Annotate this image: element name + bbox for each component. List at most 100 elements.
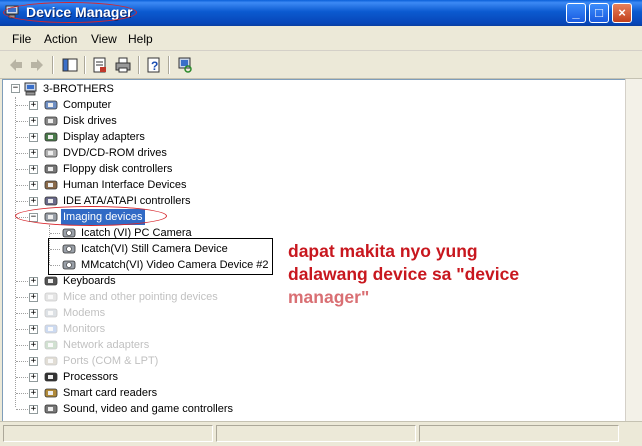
tree-item[interactable]: Smart card readers bbox=[61, 385, 159, 401]
menu-help[interactable]: Help bbox=[128, 32, 153, 46]
expand-toggle[interactable]: + bbox=[29, 357, 38, 366]
tree-line bbox=[16, 313, 28, 314]
tree-line bbox=[16, 345, 28, 346]
tree-line bbox=[16, 329, 28, 330]
tree-item[interactable]: Network adapters bbox=[61, 337, 151, 353]
processor-icon bbox=[44, 372, 58, 382]
status-pane-1 bbox=[3, 425, 213, 442]
tree-item[interactable]: Ports (COM & LPT) bbox=[61, 353, 160, 369]
tree-line bbox=[16, 377, 28, 378]
help-icon[interactable]: ? bbox=[145, 56, 163, 74]
tree-item[interactable]: Disk drives bbox=[61, 113, 119, 129]
close-button[interactable]: × bbox=[612, 3, 632, 23]
smart-card-icon bbox=[44, 388, 58, 398]
tree-item[interactable]: Computer bbox=[61, 97, 113, 113]
expand-toggle[interactable]: + bbox=[29, 341, 38, 350]
modem-icon bbox=[44, 308, 58, 318]
menu-action[interactable]: Action bbox=[44, 32, 77, 46]
tree-item-label: Human Interface Devices bbox=[63, 179, 187, 191]
expand-toggle[interactable]: + bbox=[29, 325, 38, 334]
tree-item-label: Smart card readers bbox=[63, 387, 158, 399]
menu-bar: File Action View Help bbox=[0, 26, 642, 51]
tree-root-label: 3-BROTHERS bbox=[43, 83, 114, 95]
tree-line bbox=[16, 201, 28, 202]
tree-item[interactable]: Mice and other pointing devices bbox=[61, 289, 220, 305]
tree-line bbox=[16, 297, 28, 298]
tree-item[interactable]: DVD/CD-ROM drives bbox=[61, 145, 169, 161]
ide-controller-icon bbox=[44, 196, 58, 206]
cdrom-icon bbox=[44, 148, 58, 158]
tree-line bbox=[16, 153, 28, 154]
toolbar: ? bbox=[0, 51, 642, 79]
annotation-line-3: manager" bbox=[288, 287, 370, 307]
tree-line bbox=[16, 281, 28, 282]
tree-root[interactable]: 3-BROTHERS bbox=[41, 81, 116, 97]
tree-item[interactable]: Human Interface Devices bbox=[61, 177, 189, 193]
vertical-scrollbar[interactable] bbox=[625, 79, 642, 421]
expand-toggle[interactable]: + bbox=[29, 117, 38, 126]
expand-toggle[interactable]: + bbox=[29, 133, 38, 142]
menu-view[interactable]: View bbox=[91, 32, 117, 46]
keyboard-icon bbox=[44, 276, 58, 286]
expand-toggle[interactable]: + bbox=[29, 149, 38, 158]
toolbar-separator bbox=[138, 56, 140, 74]
computer-icon bbox=[44, 100, 58, 110]
sound-icon bbox=[44, 404, 58, 414]
tree-item-label: Floppy disk controllers bbox=[63, 163, 173, 175]
tree-item-label: Monitors bbox=[63, 323, 106, 335]
expand-toggle[interactable]: + bbox=[29, 165, 38, 174]
back-arrow-icon[interactable] bbox=[7, 56, 25, 74]
camera-devices-box bbox=[48, 238, 273, 275]
status-pane-2 bbox=[216, 425, 416, 442]
tree-line bbox=[16, 185, 28, 186]
imaging-highlight-oval bbox=[15, 206, 167, 226]
status-bar bbox=[0, 421, 642, 446]
maximize-button[interactable]: □ bbox=[589, 3, 609, 23]
status-pane-3 bbox=[419, 425, 619, 442]
tree-item[interactable]: Processors bbox=[61, 369, 120, 385]
show-hide-console-tree-icon[interactable] bbox=[61, 56, 79, 74]
tree-item[interactable]: Modems bbox=[61, 305, 107, 321]
tree-item[interactable]: Sound, video and game controllers bbox=[61, 401, 235, 417]
expand-toggle[interactable]: + bbox=[29, 309, 38, 318]
expand-toggle[interactable]: + bbox=[29, 181, 38, 190]
tree-item-label: Processors bbox=[63, 371, 119, 383]
tree-item-label: Modems bbox=[63, 307, 106, 319]
expand-toggle[interactable]: + bbox=[29, 277, 38, 286]
menu-file[interactable]: File bbox=[12, 32, 31, 46]
expand-toggle[interactable]: + bbox=[29, 197, 38, 206]
annotation-text: dapat makita nyo yung dalawang device sa… bbox=[288, 240, 608, 309]
expand-toggle[interactable]: + bbox=[29, 293, 38, 302]
computer-root-icon bbox=[24, 82, 37, 96]
tree-line bbox=[16, 409, 28, 410]
minimize-button[interactable]: _ bbox=[566, 3, 586, 23]
disk-drive-icon bbox=[44, 116, 58, 126]
scan-hardware-icon[interactable] bbox=[176, 56, 194, 74]
root-collapse-toggle[interactable]: − bbox=[11, 84, 20, 93]
tree-item-label: Display adapters bbox=[63, 131, 145, 143]
tree-item[interactable]: Floppy disk controllers bbox=[61, 161, 174, 177]
toolbar-separator bbox=[84, 56, 86, 74]
tree-item[interactable]: Display adapters bbox=[61, 129, 147, 145]
expand-toggle[interactable]: + bbox=[29, 405, 38, 414]
tree-item-label: Mice and other pointing devices bbox=[63, 291, 218, 303]
device-tree[interactable]: − 3-BROTHERS + Computer + Disk drives + Displ… bbox=[2, 79, 626, 422]
expand-toggle[interactable]: + bbox=[29, 101, 38, 110]
tree-item[interactable]: Keyboards bbox=[61, 273, 118, 289]
forward-arrow-icon[interactable] bbox=[28, 56, 46, 74]
hid-icon bbox=[44, 180, 58, 190]
expand-toggle[interactable]: + bbox=[29, 389, 38, 398]
tree-line bbox=[16, 361, 28, 362]
properties-icon[interactable] bbox=[91, 56, 109, 74]
tree-item[interactable]: Monitors bbox=[61, 321, 107, 337]
tree-line bbox=[16, 105, 28, 106]
print-icon[interactable] bbox=[114, 56, 132, 74]
monitor-icon bbox=[44, 324, 58, 334]
tree-item-label: Disk drives bbox=[63, 115, 117, 127]
tree-line bbox=[50, 233, 60, 234]
svg-text:?: ? bbox=[151, 59, 158, 73]
annotation-line-1: dapat makita nyo yung bbox=[288, 241, 478, 261]
expand-toggle[interactable]: + bbox=[29, 373, 38, 382]
title-bar[interactable]: Device Manager _ □ × bbox=[0, 0, 642, 26]
floppy-controller-icon bbox=[44, 164, 58, 174]
